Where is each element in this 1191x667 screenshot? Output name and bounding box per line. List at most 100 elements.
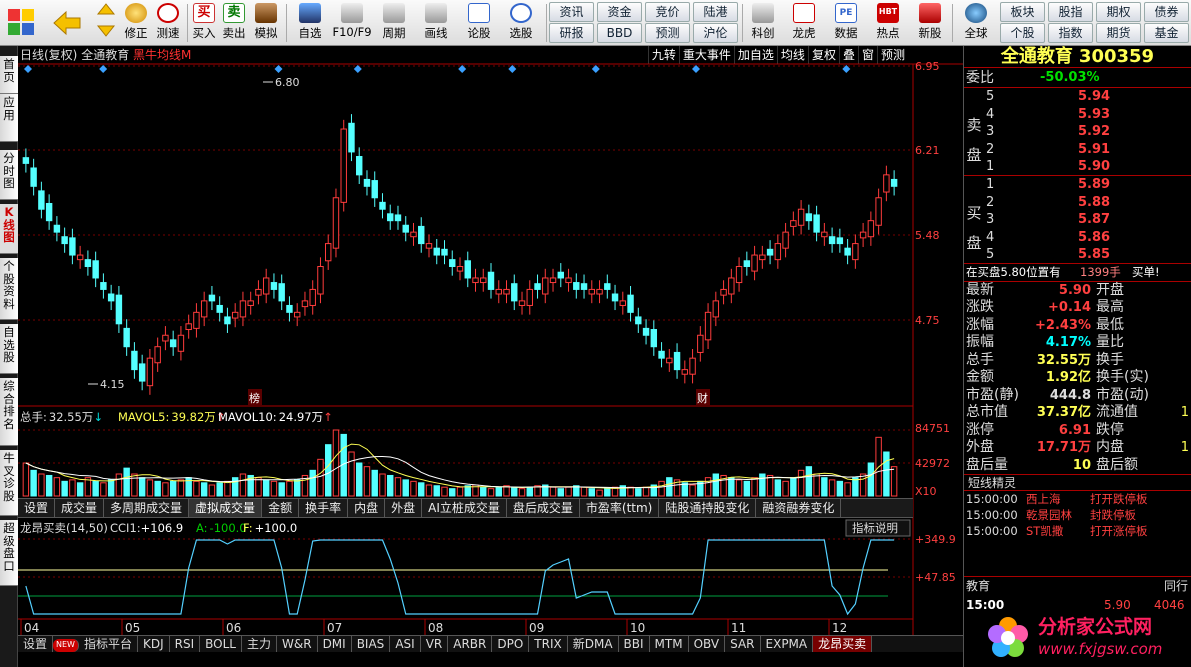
buy-button[interactable]: 买 买入	[190, 2, 218, 44]
fund-button-2[interactable]: 基金	[1144, 23, 1189, 43]
bond-button[interactable]: 债券	[1144, 2, 1189, 22]
data-button[interactable]: PE 数据	[826, 2, 866, 44]
bottom-tab[interactable]: VR	[421, 636, 449, 652]
bottom-tab[interactable]: MTM	[650, 636, 689, 652]
ind-tab[interactable]: 融资融券变化	[756, 499, 842, 517]
bottom-tab[interactable]: DPO	[492, 636, 530, 652]
bottom-tab[interactable]: EXPMA	[761, 636, 814, 652]
sidebar-item-watchlist[interactable]: 自选股	[0, 324, 18, 374]
ind-tab[interactable]: 多周期成交量	[104, 499, 190, 517]
hk-connect-button[interactable]: 陆港	[693, 2, 738, 22]
auction-button[interactable]: 竞价	[645, 2, 690, 22]
book-row[interactable]: 2 5.91	[986, 141, 1191, 159]
back-button[interactable]	[50, 2, 84, 44]
sidebar-item-home[interactable]: 首页	[0, 56, 18, 94]
news-row[interactable]: 15:00:00 乾景园林 封跌停板	[964, 507, 1191, 523]
ind-tab[interactable]: 外盘	[385, 499, 423, 517]
indicator-explain-button[interactable]: 指标说明	[852, 521, 898, 535]
sidebar-item-intraday[interactable]: 分时图	[0, 150, 18, 200]
individual-button[interactable]: 个股	[1000, 23, 1045, 43]
app-logo[interactable]	[4, 2, 38, 44]
bbd-button[interactable]: BBD	[597, 23, 642, 43]
hotspot-button[interactable]: HBT 热点	[868, 2, 908, 44]
bottom-tab[interactable]: BBI	[619, 636, 650, 652]
event-cai[interactable]: 财	[697, 391, 708, 405]
bottom-tab[interactable]: SAR	[725, 636, 761, 652]
index-button[interactable]: 指数	[1048, 23, 1093, 43]
discuss-button[interactable]: 论股	[460, 2, 498, 44]
book-row[interactable]: 5 5.94	[986, 88, 1191, 106]
period-button[interactable]: 周期	[374, 2, 414, 44]
ind-tab[interactable]: 市盈率(ttm)	[580, 499, 660, 517]
stock-index-button[interactable]: 股指	[1048, 2, 1093, 22]
ind-tab[interactable]: 虚拟成交量	[189, 499, 263, 517]
forecast-button[interactable]: 预测	[645, 23, 690, 43]
bottom-tab[interactable]: DMI	[318, 636, 352, 652]
sidebar-item-diagnose[interactable]: 牛叉诊股	[0, 450, 18, 516]
news-row[interactable]: 15:00:00 ST凯撒 打开涨停板	[964, 523, 1191, 539]
ind-tab[interactable]: 陆股通持股变化	[659, 499, 757, 517]
book-row[interactable]: 5 5.85	[986, 246, 1191, 264]
futures-button[interactable]: 期货	[1096, 23, 1141, 43]
bottom-tab[interactable]: 指标平台	[79, 636, 138, 652]
stock-picker-button[interactable]: 选股	[500, 2, 542, 44]
sidebar-item-level2[interactable]: 超级盘口	[0, 520, 18, 586]
ind-tab[interactable]: 设置	[18, 499, 56, 517]
event-diamond-icon[interactable]	[274, 65, 283, 73]
bottom-tab[interactable]: BOLL	[200, 636, 242, 652]
dragon-tiger-button[interactable]: 龙虎	[784, 2, 824, 44]
scroll-updown[interactable]	[92, 2, 120, 44]
research-button[interactable]: 研报	[549, 23, 594, 43]
ipo-button[interactable]: 新股	[910, 2, 950, 44]
ind-tab[interactable]: 金额	[262, 499, 300, 517]
f10-button[interactable]: F10/F9	[330, 2, 374, 44]
book-row[interactable]: 4 5.86	[986, 229, 1191, 247]
fund-button[interactable]: 资金	[597, 2, 642, 22]
sector-button[interactable]: 板块	[1000, 2, 1045, 22]
ind-tab[interactable]: AI立桩成交量	[422, 499, 507, 517]
bottom-tab[interactable]: BIAS	[352, 636, 391, 652]
bottom-tab[interactable]: TRIX	[529, 636, 568, 652]
options-button[interactable]: 期权	[1096, 2, 1141, 22]
simulate-button[interactable]: 模拟	[250, 2, 282, 44]
sidebar-item-apps[interactable]: 应用	[0, 94, 18, 142]
ind-tab[interactable]: 换手率	[299, 499, 349, 517]
bottom-tab[interactable]: KDJ	[138, 636, 170, 652]
book-row[interactable]: 1 5.90	[986, 158, 1191, 176]
ind-tab[interactable]: 成交量	[55, 499, 105, 517]
sidebar-item-ranking[interactable]: 综合排名	[0, 378, 18, 446]
sidebar-item-profile[interactable]: 个股资料	[0, 258, 18, 320]
speed-test-button[interactable]: 测速	[152, 2, 184, 44]
ind-tab[interactable]: 内盘	[348, 499, 386, 517]
kline-chart[interactable]: 6.95 6.21 5.48 4.75 6.80 4.15 榜 财 总手: 32.…	[18, 46, 963, 667]
bottom-tab[interactable]: 设置	[18, 636, 54, 652]
book-row[interactable]: 1 5.89	[986, 176, 1191, 194]
bottom-tab[interactable]: 龙昂买卖	[813, 636, 873, 652]
event-diamond-icon[interactable]	[99, 65, 108, 73]
correct-button[interactable]: 修正	[120, 2, 152, 44]
star-market-button[interactable]: 科创	[744, 2, 782, 44]
news-row[interactable]: 15:00:00 西上海 打开跌停板	[964, 491, 1191, 507]
event-bang[interactable]: 榜	[249, 391, 260, 405]
bottom-tab[interactable]: W&R	[277, 636, 318, 652]
bottom-tab[interactable]: 主力	[242, 636, 277, 652]
bottom-tab[interactable]: 新DMA	[568, 636, 619, 652]
bottom-tab[interactable]: ARBR	[448, 636, 493, 652]
watchlist-button[interactable]: 自选	[290, 2, 330, 44]
shanghai-london-button[interactable]: 沪伦	[693, 23, 738, 43]
bottom-tab[interactable]: OBV	[689, 636, 726, 652]
event-markers[interactable]	[24, 65, 851, 73]
sidebar-item-kline[interactable]: K线图	[0, 204, 18, 254]
book-row[interactable]: 4 5.93	[986, 106, 1191, 124]
event-diamond-icon[interactable]	[24, 65, 32, 73]
news-button[interactable]: 资讯	[549, 2, 594, 22]
book-row[interactable]: 3 5.92	[986, 123, 1191, 141]
ind-tab[interactable]: 盘后成交量	[507, 499, 580, 517]
draw-line-button[interactable]: 画线	[416, 2, 456, 44]
sell-button[interactable]: 卖 卖出	[220, 2, 248, 44]
bottom-tab[interactable]: ASI	[390, 636, 421, 652]
book-row[interactable]: 2 5.88	[986, 194, 1191, 212]
bottom-tab[interactable]: RSI	[170, 636, 201, 652]
event-diamond-icon[interactable]	[353, 65, 362, 73]
global-button[interactable]: 全球	[955, 2, 997, 44]
